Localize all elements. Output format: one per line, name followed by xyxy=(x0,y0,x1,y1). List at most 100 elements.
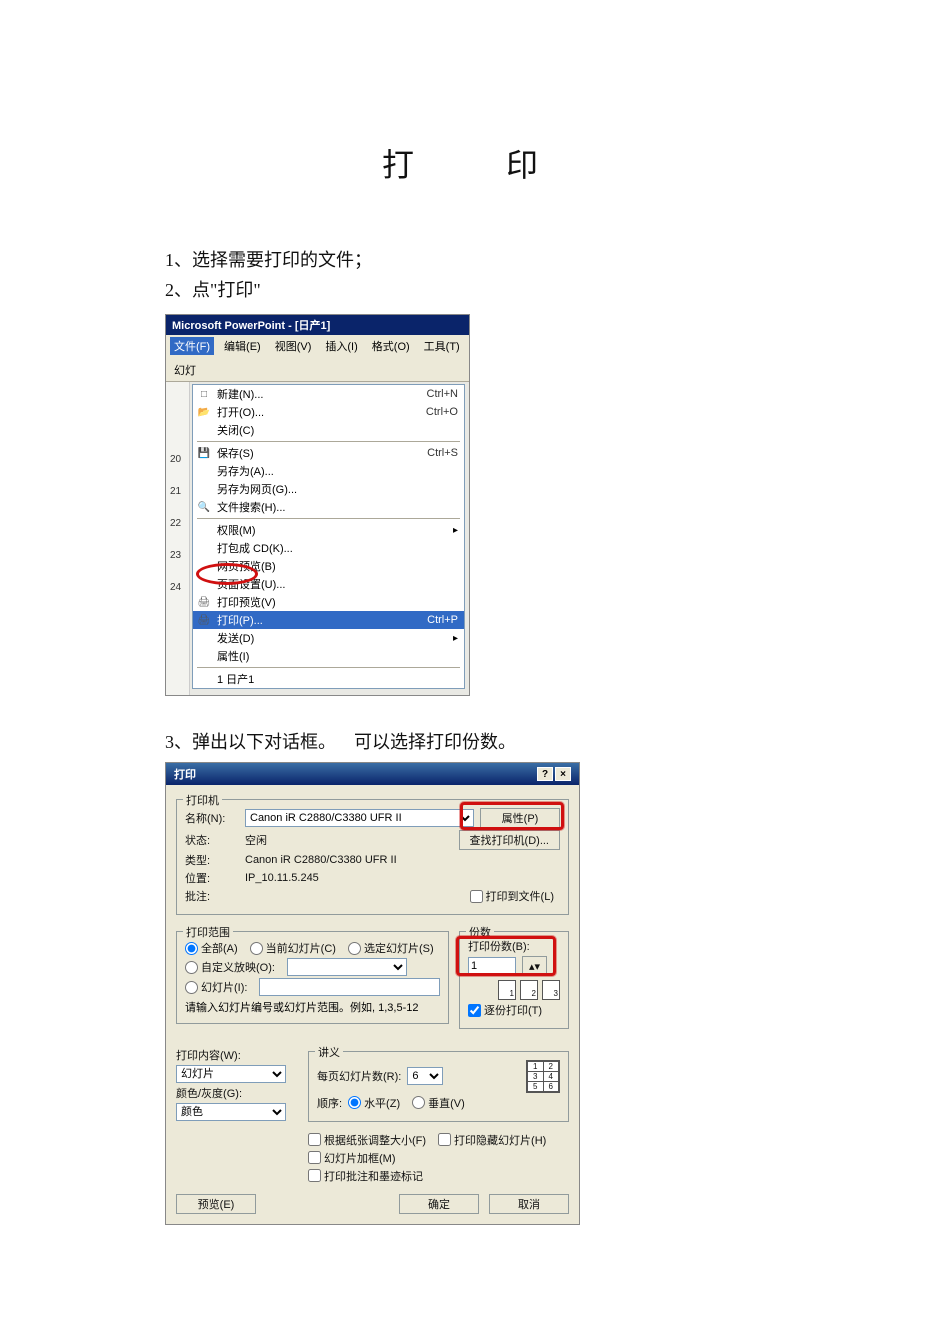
menu-item-label: 打印(P)... xyxy=(217,612,263,628)
step-1: 1、选择需要打印的文件； xyxy=(165,246,785,274)
print-to-file-check[interactable] xyxy=(470,890,483,903)
menu-item-icon xyxy=(197,464,211,478)
menu-slide[interactable]: 幻灯 xyxy=(170,361,200,379)
menu-item-icon xyxy=(197,523,211,537)
menu-format[interactable]: 格式(O) xyxy=(368,337,414,355)
properties-button[interactable]: 属性(P) xyxy=(480,808,560,828)
range-selected-radio[interactable] xyxy=(348,942,361,955)
cancel-button[interactable]: 取消 xyxy=(489,1194,569,1214)
printer-name-select[interactable]: Canon iR C2880/C3380 UFR II xyxy=(245,809,474,827)
collate-icon: 123 xyxy=(468,980,560,1000)
range-group: 打印范围 全部(A) 当前幻灯片(C) 选定幻灯片(S) 自定义放映(O): 幻… xyxy=(176,931,449,1024)
menu-item[interactable]: 发送(D) xyxy=(193,629,464,647)
copies-input[interactable] xyxy=(468,957,516,975)
menu-item-label: 打印预览(V) xyxy=(217,594,276,610)
copies-spinner[interactable]: ▴▾ xyxy=(522,956,547,976)
preview-button[interactable]: 预览(E) xyxy=(176,1194,256,1214)
close-icon[interactable]: × xyxy=(555,767,571,781)
menu-item-icon xyxy=(197,672,211,686)
menu-item[interactable]: 另存为网页(G)... xyxy=(193,480,464,498)
custom-show-select[interactable] xyxy=(287,958,407,976)
doc-title: 打 印 xyxy=(165,140,785,186)
file-menu-dropdown[interactable]: □ 新建(N)... Ctrl+N 📂 打开(O)... Ctrl+O 关闭(C) 💾 保存(S… xyxy=(192,384,465,689)
range-current-radio[interactable] xyxy=(250,942,263,955)
menu-item-icon xyxy=(197,631,211,645)
menu-item[interactable]: 📂 打开(O)... Ctrl+O xyxy=(193,403,464,421)
menu-item-icon xyxy=(197,482,211,496)
menu-item-label: 另存为网页(G)... xyxy=(217,481,297,497)
menu-item-accel: Ctrl+O xyxy=(426,406,458,418)
menu-item-icon: 📂 xyxy=(197,405,211,419)
range-slides-radio[interactable] xyxy=(185,981,198,994)
menu-item-icon xyxy=(197,577,211,591)
order-horizontal-radio[interactable] xyxy=(348,1096,361,1109)
scale-check[interactable] xyxy=(308,1133,321,1146)
menu-item-label: 1 日产1 xyxy=(217,671,254,687)
menu-item[interactable]: 页面设置(U)... xyxy=(193,575,464,593)
menu-item-label: 权限(M) xyxy=(217,522,256,538)
menu-item-label: 网页预览(B) xyxy=(217,558,276,574)
menu-item-icon: 🔍 xyxy=(197,500,211,514)
slides-input[interactable] xyxy=(259,978,440,996)
menu-item-label: 另存为(A)... xyxy=(217,463,274,479)
menu-item-accel: Ctrl+N xyxy=(427,388,458,400)
color-select[interactable]: 颜色 xyxy=(176,1103,286,1121)
copies-group: 份数 打印份数(B): ▴▾ 123 逐份打印(T) xyxy=(459,931,569,1029)
menu-item[interactable]: 1 日产1 xyxy=(193,670,464,688)
menu-item-icon: 💾 xyxy=(197,446,211,460)
slides-per-page-select[interactable]: 6 xyxy=(407,1067,443,1085)
menu-file[interactable]: 文件(F) xyxy=(170,337,214,355)
ppt-titlebar: Microsoft PowerPoint - [日产1] xyxy=(166,315,469,335)
menu-item-accel: Ctrl+S xyxy=(427,447,458,459)
menu-item-label: 保存(S) xyxy=(217,445,254,461)
menu-item[interactable]: 🖨 打印(P)... Ctrl+P xyxy=(193,611,464,629)
menu-item[interactable]: 💾 保存(S) Ctrl+S xyxy=(193,444,464,462)
menu-item[interactable]: 🔍 文件搜索(H)... xyxy=(193,498,464,516)
printer-group: 打印机 名称(N): Canon iR C2880/C3380 UFR II 属… xyxy=(176,799,569,915)
ink-check[interactable] xyxy=(308,1169,321,1182)
dialog-titlebar: 打印 ? × xyxy=(166,763,579,785)
menu-item-accel: Ctrl+P xyxy=(427,614,458,626)
handout-group: 讲义 每页幻灯片数(R): 6 123456 顺序: 水平(Z) 垂直(V) xyxy=(308,1051,569,1122)
menu-item-label: 新建(N)... xyxy=(217,386,263,402)
step-3: 3、弹出以下对话框。 可以选择打印份数。 xyxy=(165,728,785,756)
menu-item[interactable]: 另存为(A)... xyxy=(193,462,464,480)
menu-item-label: 文件搜索(H)... xyxy=(217,499,285,515)
step-2: 2、点"打印" xyxy=(165,276,785,304)
help-icon[interactable]: ? xyxy=(537,767,553,781)
menu-item[interactable]: □ 新建(N)... Ctrl+N xyxy=(193,385,464,403)
menu-view[interactable]: 视图(V) xyxy=(271,337,316,355)
slide-thumb-gutter: 20 21 22 23 24 xyxy=(166,382,190,695)
menu-item[interactable]: 网页预览(B) xyxy=(193,557,464,575)
screenshot-ppt-menu: Microsoft PowerPoint - [日产1] 文件(F) 编辑(E)… xyxy=(165,314,470,696)
range-all-radio[interactable] xyxy=(185,942,198,955)
ok-button[interactable]: 确定 xyxy=(399,1194,479,1214)
menu-item[interactable]: 🖨 打印预览(V) xyxy=(193,593,464,611)
menu-item-icon xyxy=(197,649,211,663)
menu-item[interactable]: 关闭(C) xyxy=(193,421,464,439)
menu-edit[interactable]: 编辑(E) xyxy=(220,337,265,355)
frame-check[interactable] xyxy=(308,1151,321,1164)
menu-item-label: 页面设置(U)... xyxy=(217,576,285,592)
menu-item-label: 打包成 CD(K)... xyxy=(217,540,293,556)
menu-item[interactable]: 打包成 CD(K)... xyxy=(193,539,464,557)
menu-item[interactable]: 属性(I) xyxy=(193,647,464,665)
menu-item-label: 属性(I) xyxy=(217,648,249,664)
print-what-select[interactable]: 幻灯片 xyxy=(176,1065,286,1083)
screenshot-print-dialog: 打印 ? × 打印机 名称(N): Canon iR C2880/C3380 U… xyxy=(165,762,580,1225)
hidden-check[interactable] xyxy=(438,1133,451,1146)
range-custom-radio[interactable] xyxy=(185,961,198,974)
menu-item-label: 发送(D) xyxy=(217,630,254,646)
collate-check[interactable] xyxy=(468,1004,481,1017)
menu-item-label: 打开(O)... xyxy=(217,404,264,420)
menu-insert[interactable]: 插入(I) xyxy=(321,337,361,355)
find-printer-button[interactable]: 查找打印机(D)... xyxy=(459,830,560,850)
menu-item[interactable]: 权限(M) xyxy=(193,521,464,539)
menu-item-icon: □ xyxy=(197,387,211,401)
order-vertical-radio[interactable] xyxy=(412,1096,425,1109)
menu-item-icon: 🖨 xyxy=(197,595,211,609)
menu-item-label: 关闭(C) xyxy=(217,422,254,438)
menu-item-icon: 🖨 xyxy=(197,613,211,627)
menu-item-icon xyxy=(197,559,211,573)
menu-tools[interactable]: 工具(T) xyxy=(420,337,464,355)
